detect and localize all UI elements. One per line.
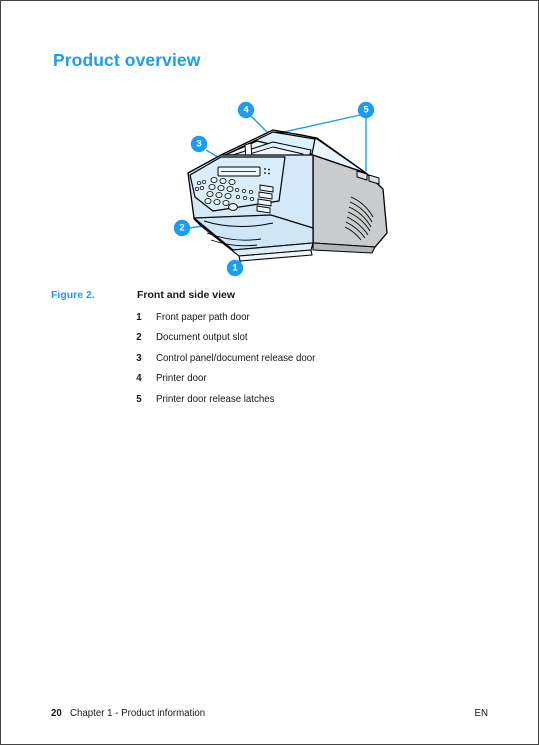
legend-item-2: 2 Document output slot [1, 332, 538, 352]
callout-4: 4 [237, 101, 255, 119]
callout-1-number: 1 [232, 263, 238, 274]
printer-illustration-svg: 1 2 3 4 5 [173, 101, 388, 277]
printer-body [187, 129, 388, 262]
control-panel-oval-button [228, 203, 238, 211]
figure-title: Front and side view [137, 289, 236, 301]
printer-right-side-panel [312, 154, 388, 248]
page-footer: 20 Chapter 1 - Product information EN [1, 708, 538, 722]
legend-item-4-label: Printer door [156, 373, 207, 385]
callout-3-number: 3 [196, 139, 201, 150]
callout-1: 1 [226, 259, 244, 277]
leader-line-4 [250, 115, 269, 134]
document-page: Product overview 1 2 3 4 5 Figure 2. Fro… [0, 0, 539, 745]
page-title: Product overview [53, 49, 201, 70]
figure-caption: Figure 2. Front and side view [1, 289, 538, 305]
legend-item-1-number: 1 [136, 312, 142, 323]
legend-item-3: 3 Control panel/document release door [1, 353, 538, 373]
callout-2: 2 [173, 219, 191, 237]
figure-label: Figure 2. [51, 289, 95, 301]
callout-4-number: 4 [243, 105, 249, 116]
legend-item-3-number: 3 [136, 352, 142, 364]
legend-item-1: 1 Front paper path door [1, 312, 538, 332]
callout-5: 5 [357, 101, 375, 119]
legend-item-3-label: Control panel/document release door [156, 352, 316, 364]
footer-page-number: 20 [51, 708, 62, 719]
legend-item-5: 5 Printer door release latches [1, 394, 538, 414]
callout-3: 3 [190, 135, 208, 153]
footer-chapter-title: Chapter 1 - Product information [70, 708, 206, 719]
legend-item-1-label: Front paper path door [156, 312, 250, 323]
legend-item-2-label: Document output slot [156, 332, 248, 344]
figure-illustration: 1 2 3 4 5 [161, 93, 411, 283]
legend-item-5-number: 5 [136, 393, 142, 405]
callout-5-number: 5 [363, 105, 369, 116]
legend-item-4-number: 4 [136, 373, 142, 385]
figure-legend-list: 1 Front paper path door 2 Document outpu… [1, 312, 538, 414]
legend-item-5-label: Printer door release latches [156, 393, 275, 405]
callout-2-number: 2 [179, 223, 184, 234]
legend-item-4: 4 Printer door [1, 373, 538, 393]
legend-item-2-number: 2 [136, 332, 142, 344]
footer-language-code: EN [474, 708, 488, 719]
